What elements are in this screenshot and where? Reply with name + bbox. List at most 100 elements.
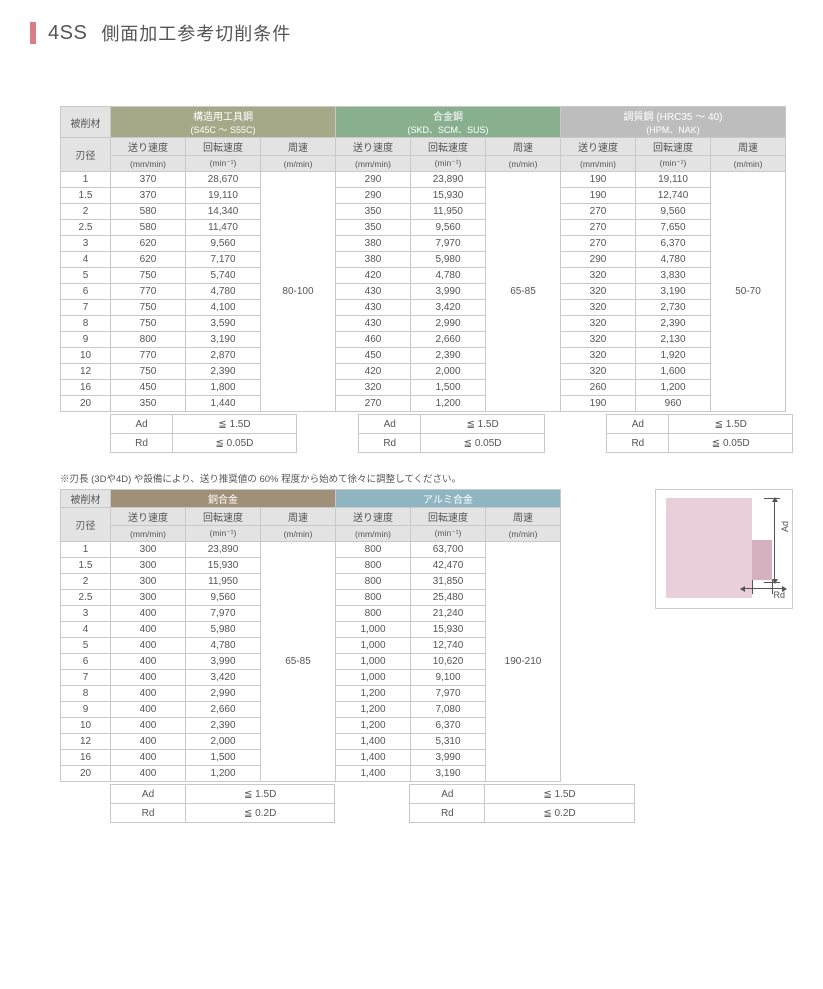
- cell-dia: 2.5: [61, 590, 111, 606]
- adrd-label: Rd: [111, 804, 186, 823]
- cell-rot: 63,700: [411, 542, 486, 558]
- adrd-value: ≦ 1.5D: [186, 785, 335, 804]
- cell-rot: 1,600: [636, 364, 711, 380]
- col-unit: (mm/min): [336, 156, 411, 172]
- cell-feed: 800: [111, 332, 186, 348]
- cell-rot: 3,190: [411, 766, 486, 782]
- cell-feed: 430: [336, 284, 411, 300]
- cell-rot: 3,590: [186, 316, 261, 332]
- adrd-value: ≦ 0.05D: [669, 434, 793, 453]
- col-unit: (min⁻¹): [186, 526, 261, 542]
- col-rot: 回転速度: [411, 508, 486, 526]
- col-unit: (m/min): [486, 156, 561, 172]
- cell-feed: 1,200: [336, 686, 411, 702]
- cell-rot: 9,560: [186, 236, 261, 252]
- cell-rot: 7,170: [186, 252, 261, 268]
- cell-rot: 19,110: [186, 188, 261, 204]
- cell-feed: 770: [111, 284, 186, 300]
- cell-rot: 5,310: [411, 734, 486, 750]
- cell-feed: 750: [111, 300, 186, 316]
- cell-dia: 7: [61, 670, 111, 686]
- cell-feed: 300: [111, 590, 186, 606]
- cell-surf: 65-85: [486, 172, 561, 412]
- cell-rot: 1,200: [186, 766, 261, 782]
- col-unit: (mm/min): [111, 156, 186, 172]
- cell-feed: 800: [336, 558, 411, 574]
- cell-rot: 1,200: [636, 380, 711, 396]
- cell-rot: 2,870: [186, 348, 261, 364]
- cell-dia: 20: [61, 766, 111, 782]
- diagram-ad-label: Ad: [780, 521, 790, 532]
- cell-rot: 2,660: [186, 702, 261, 718]
- adrd-label: Rd: [359, 434, 421, 453]
- cell-dia: 8: [61, 316, 111, 332]
- cell-feed: 400: [111, 750, 186, 766]
- cell-rot: 7,970: [411, 236, 486, 252]
- cell-rot: 1,920: [636, 348, 711, 364]
- cell-feed: 190: [561, 172, 636, 188]
- cell-feed: 450: [111, 380, 186, 396]
- cell-feed: 350: [336, 220, 411, 236]
- cell-rot: 3,190: [636, 284, 711, 300]
- col-feed: 送り速度: [336, 138, 411, 156]
- cell-rot: 9,560: [636, 204, 711, 220]
- diagram-tick: [772, 580, 773, 594]
- cell-dia: 9: [61, 332, 111, 348]
- cell-rot: 7,970: [186, 606, 261, 622]
- cell-rot: 2,390: [186, 364, 261, 380]
- col-material: 被削材: [61, 490, 111, 508]
- cell-rot: 5,740: [186, 268, 261, 284]
- cell-feed: 1,000: [336, 654, 411, 670]
- cell-rot: 2,130: [636, 332, 711, 348]
- cell-rot: 5,980: [186, 622, 261, 638]
- cell-rot: 15,930: [411, 622, 486, 638]
- cell-dia: 10: [61, 348, 111, 364]
- cell-feed: 320: [561, 300, 636, 316]
- cell-rot: 23,890: [411, 172, 486, 188]
- col-rot: 回転速度: [186, 138, 261, 156]
- col-surf: 周速: [486, 508, 561, 526]
- cell-feed: 450: [336, 348, 411, 364]
- cell-feed: 400: [111, 702, 186, 718]
- cell-feed: 290: [561, 252, 636, 268]
- cell-feed: 800: [336, 574, 411, 590]
- cell-feed: 430: [336, 300, 411, 316]
- cell-feed: 1,000: [336, 622, 411, 638]
- cell-feed: 320: [561, 364, 636, 380]
- cell-dia: 1: [61, 542, 111, 558]
- cell-rot: 42,470: [411, 558, 486, 574]
- cell-rot: 11,950: [411, 204, 486, 220]
- col-rot: 回転速度: [411, 138, 486, 156]
- cell-rot: 2,660: [411, 332, 486, 348]
- cell-dia: 12: [61, 734, 111, 750]
- cell-feed: 750: [111, 364, 186, 380]
- cell-feed: 400: [111, 766, 186, 782]
- cell-feed: 620: [111, 252, 186, 268]
- cell-feed: 370: [111, 172, 186, 188]
- cell-feed: 300: [111, 542, 186, 558]
- col-unit: (m/min): [486, 526, 561, 542]
- cell-feed: 400: [111, 638, 186, 654]
- cell-surf: 50-70: [711, 172, 786, 412]
- cell-rot: 21,240: [411, 606, 486, 622]
- cutting-table-1: 被削材構造用工具鋼(S45C ～ S55C)合金鋼(SKD、SCM、SUS)調質…: [60, 106, 786, 412]
- cell-dia: 16: [61, 750, 111, 766]
- cell-dia: 2.5: [61, 220, 111, 236]
- cell-feed: 400: [111, 670, 186, 686]
- cell-feed: 460: [336, 332, 411, 348]
- cell-rot: 2,000: [186, 734, 261, 750]
- cell-feed: 300: [111, 574, 186, 590]
- cell-dia: 6: [61, 654, 111, 670]
- cell-rot: 2,390: [186, 718, 261, 734]
- title-text: 側面加工参考切削条件: [101, 20, 291, 46]
- cell-rot: 3,420: [411, 300, 486, 316]
- cell-rot: 12,740: [636, 188, 711, 204]
- cell-feed: 1,200: [336, 702, 411, 718]
- cutting-table-2: 被削材銅合金アルミ合金刃径送り速度回転速度周速送り速度回転速度周速(mm/min…: [60, 489, 561, 782]
- cell-feed: 290: [336, 172, 411, 188]
- cell-rot: 1,440: [186, 396, 261, 412]
- cell-feed: 1,000: [336, 638, 411, 654]
- cell-rot: 9,560: [186, 590, 261, 606]
- col-dia: 刃径: [61, 138, 111, 172]
- cell-rot: 28,670: [186, 172, 261, 188]
